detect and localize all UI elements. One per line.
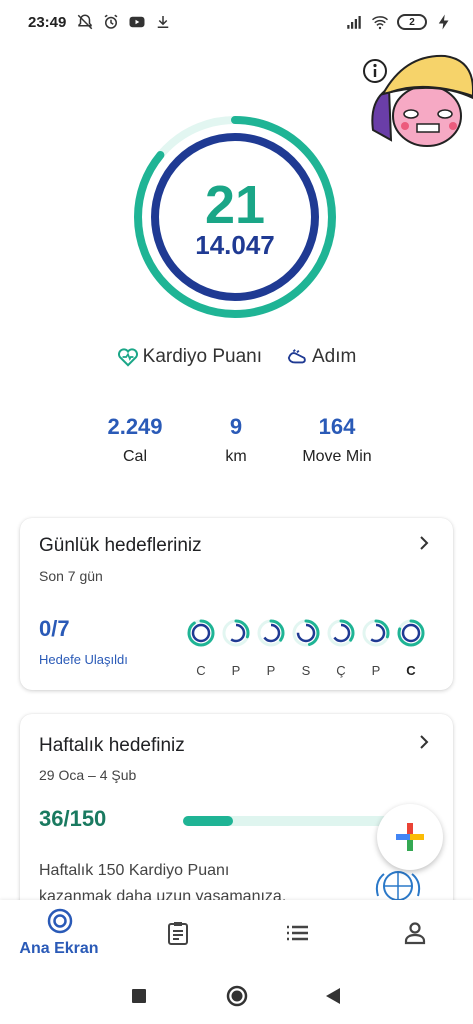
day-steps-arc — [226, 623, 246, 643]
ring-legend: Kardiyo Puanı Adım — [0, 346, 473, 368]
day-ring — [257, 619, 285, 647]
day-steps-arc — [331, 623, 351, 643]
weekly-progress-fill — [183, 816, 234, 826]
wifi-icon — [372, 16, 388, 30]
legend-steps: Adım — [286, 346, 356, 368]
bottom-navigation: Ana Ekran — [0, 900, 473, 966]
day-label: P — [266, 663, 276, 678]
day-indicator: S — [290, 618, 322, 678]
chevron-right-icon — [420, 735, 429, 749]
day-steps-arc — [401, 623, 421, 643]
activity-rings[interactable]: 21 14.047 — [130, 112, 340, 322]
back-icon[interactable] — [324, 987, 342, 1005]
day-indicator: P — [255, 618, 287, 678]
day-steps-arc — [191, 623, 211, 643]
day-label: C — [406, 663, 416, 678]
alarm-icon — [104, 14, 118, 29]
day-label: C — [196, 663, 206, 678]
stat-value: 164 — [318, 414, 356, 439]
download-icon — [158, 16, 169, 28]
status-bar: 23:49 2 — [0, 0, 473, 44]
home-system-icon[interactable] — [225, 984, 249, 1008]
day-ring — [292, 619, 320, 647]
weekly-goal-value: 36/150 — [39, 806, 107, 831]
day-steps-arc — [261, 623, 281, 643]
day-indicator: C — [395, 618, 427, 678]
weekly-goal-date-range: 29 Oca – 4 Şub — [39, 767, 137, 783]
day-ring — [362, 619, 390, 647]
day-ring — [327, 619, 355, 647]
day-indicator: Ç — [325, 618, 357, 678]
daily-goals-subtitle: Son 7 gün — [39, 568, 103, 584]
daily-goals-value-label: Hedefe Ulaşıldı — [39, 652, 128, 667]
day-indicator: P — [360, 618, 392, 678]
daily-goals-card[interactable]: Günlük hedefleriniz Son 7 gün 0/7 Hedefe… — [20, 518, 453, 690]
day-indicator: P — [220, 618, 252, 678]
nav-home-label: Ana Ekran — [19, 940, 99, 957]
day-label: Ç — [336, 663, 346, 678]
nav-home[interactable]: Ana Ekran — [14, 900, 104, 966]
weekly-goal-title: Haftalık hedefiniz — [39, 735, 185, 756]
day-ring — [397, 619, 425, 647]
clipboard-icon — [168, 922, 188, 945]
charging-icon — [438, 14, 449, 30]
plus-icon — [396, 823, 424, 851]
legend-heart-points: Kardiyo Puanı — [117, 346, 262, 368]
day-ring — [222, 619, 250, 647]
day-label: P — [371, 663, 381, 678]
stat-label: Move Min — [302, 448, 372, 465]
person-icon — [404, 922, 426, 945]
day-indicator: C — [185, 618, 217, 678]
weekly-desc-line1: Haftalık 150 Kardiyo Puanı — [39, 862, 230, 879]
nav-journal[interactable] — [132, 900, 222, 966]
day-steps-arc — [296, 623, 316, 643]
heart-points-value: 21 — [204, 175, 266, 235]
legend-heart-label: Kardiyo Puanı — [142, 346, 262, 367]
daily-goals-title: Günlük hedefleriniz — [39, 535, 202, 556]
battery-indicator: 2 — [397, 14, 427, 30]
steps-icon — [287, 349, 306, 364]
signal-icon — [347, 16, 361, 29]
system-navigation — [0, 966, 473, 1024]
notifications-off-icon — [78, 14, 93, 30]
recent-apps-icon[interactable] — [131, 988, 147, 1004]
list-icon — [287, 925, 308, 941]
status-time: 23:49 — [28, 13, 67, 31]
chevron-right-icon — [420, 536, 429, 550]
youtube-icon — [129, 16, 145, 28]
day-label: S — [301, 663, 311, 678]
avatar[interactable] — [365, 50, 473, 150]
nav-browse[interactable] — [251, 900, 341, 966]
day-label: P — [231, 663, 241, 678]
day-steps-arc — [366, 623, 386, 643]
stat-move-minutes: 164 Move Min — [277, 412, 397, 466]
legend-steps-label: Adım — [312, 346, 357, 367]
nav-profile[interactable] — [369, 900, 459, 966]
add-activity-button[interactable] — [377, 804, 443, 870]
daily-goals-value: 0/7 — [39, 616, 70, 641]
steps-value: 14.047 — [195, 230, 275, 260]
home-rings-icon — [47, 908, 73, 934]
weekly-progress-bar — [183, 816, 393, 826]
heart-icon — [117, 348, 138, 367]
day-ring — [187, 619, 215, 647]
